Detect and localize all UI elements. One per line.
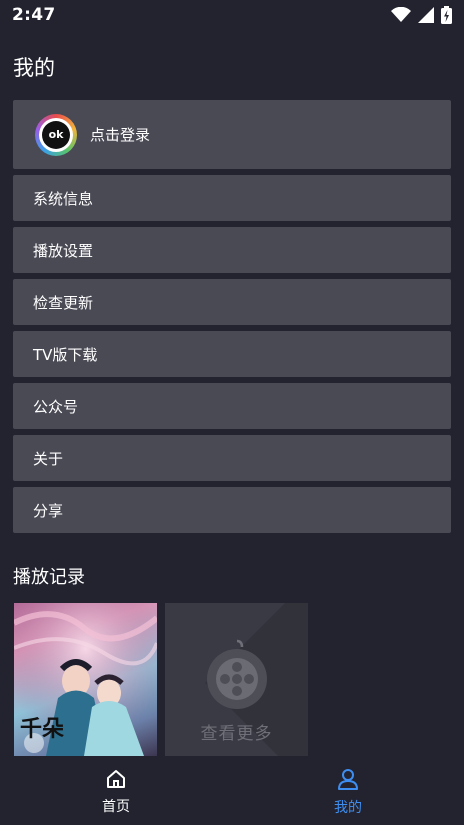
menu-item-share[interactable]: 分享 xyxy=(13,487,451,533)
film-reel-icon xyxy=(207,639,267,709)
user-icon xyxy=(338,768,358,790)
history-section-title: 播放记录 xyxy=(13,567,85,588)
login-card[interactable]: ok 点击登录 xyxy=(13,100,451,169)
logo-text: ok xyxy=(42,120,70,149)
nav-item-mine[interactable]: 我的 xyxy=(232,756,464,825)
status-time: 2:47 xyxy=(12,5,56,25)
nav-item-home[interactable]: 首页 xyxy=(0,756,232,825)
menu-item-about[interactable]: 关于 xyxy=(13,435,451,481)
home-icon xyxy=(107,769,125,788)
menu-item-label: 公众号 xyxy=(33,397,79,416)
bottom-nav: 首页 我的 xyxy=(0,756,464,825)
menu-item-label: 系统信息 xyxy=(33,189,94,208)
menu-item-label: 关于 xyxy=(33,449,64,468)
status-bar: 2:47 xyxy=(0,0,464,30)
view-more-label: 查看更多 xyxy=(200,724,273,744)
app-logo: ok xyxy=(35,113,77,156)
history-item-poster[interactable]: 千朵 xyxy=(14,603,157,756)
login-label: 点击登录 xyxy=(90,126,151,144)
poster-title: 千朵 xyxy=(20,716,65,742)
history-list: 千朵 查看更多 xyxy=(14,603,308,756)
menu-item-system-info[interactable]: 系统信息 xyxy=(13,175,451,221)
nav-label-home: 首页 xyxy=(102,798,130,815)
wifi-icon xyxy=(391,7,411,22)
signal-icon xyxy=(418,7,434,23)
menu-item-check-update[interactable]: 检查更新 xyxy=(13,279,451,325)
battery-charging-icon xyxy=(441,6,452,24)
status-icons xyxy=(391,6,452,24)
nav-label-mine: 我的 xyxy=(334,799,362,816)
menu-item-label: 分享 xyxy=(33,501,64,520)
menu-item-label: 播放设置 xyxy=(33,241,94,260)
menu-item-label: TV版下载 xyxy=(33,345,98,364)
menu-item-playback-settings[interactable]: 播放设置 xyxy=(13,227,451,273)
menu-item-official-account[interactable]: 公众号 xyxy=(13,383,451,429)
settings-menu: 系统信息 播放设置 检查更新 TV版下载 公众号 关于 分享 xyxy=(13,175,451,533)
menu-item-label: 检查更新 xyxy=(33,293,94,312)
view-more-card[interactable]: 查看更多 xyxy=(165,603,308,756)
menu-item-tv-download[interactable]: TV版下载 xyxy=(13,331,451,377)
page-title: 我的 xyxy=(13,56,55,80)
